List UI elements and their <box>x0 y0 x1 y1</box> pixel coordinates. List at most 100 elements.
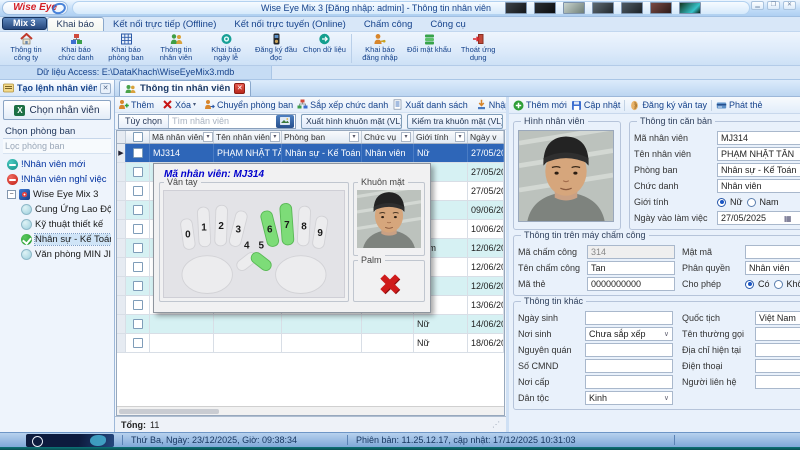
radio-option[interactable]: Nam <box>747 197 779 207</box>
tree-expander-icon[interactable]: − <box>7 190 16 199</box>
toolbar-button[interactable]: Xuất danh sách <box>392 99 468 110</box>
table-row[interactable]: Nữ18/06/2025 <box>117 334 504 353</box>
check-face-button[interactable]: Kiểm tra khuôn mặt (VL) <box>407 114 503 129</box>
column-filter-icon[interactable]: ▾ <box>455 132 465 142</box>
radio-icon[interactable] <box>745 280 754 289</box>
radio-option[interactable]: Nữ <box>717 197 743 207</box>
ribbon-button[interactable]: Khai báo ngày lễ <box>201 32 251 65</box>
detail-toolbar-button[interactable]: Đăng ký vân tay <box>629 100 707 111</box>
text-field[interactable] <box>585 311 673 325</box>
horizontal-scrollbar[interactable] <box>117 406 504 415</box>
column-header[interactable]: Phòng ban▾ <box>282 131 362 143</box>
menu-item[interactable]: Công cụ <box>421 18 474 31</box>
tree-item[interactable]: !Nhân viên mới <box>3 157 111 172</box>
column-header[interactable]: Giới tính▾ <box>414 131 468 143</box>
text-field[interactable]: 314 <box>587 245 675 259</box>
dropdown-caret-icon[interactable]: ▾ <box>193 101 196 108</box>
options-button[interactable]: Tùy chọn <box>119 115 169 128</box>
chevron-down-icon[interactable]: ∨ <box>664 330 669 338</box>
text-field[interactable] <box>745 245 800 259</box>
table-row[interactable]: ▶MJ314PHẠM NHẬT TÂNNhân sự - Kế ToánNhân… <box>117 144 504 163</box>
toolbar-button[interactable]: Sắp xếp chức danh <box>297 99 388 110</box>
text-field[interactable]: MJ314 <box>717 131 800 145</box>
finger-5-registered[interactable] <box>249 250 273 272</box>
tree-item[interactable]: !Nhân viên nghỉ việc <box>3 172 111 187</box>
row-checkbox[interactable] <box>133 186 143 196</box>
toolbar-button[interactable]: Xóa▾ <box>162 99 196 110</box>
menu-item[interactable]: Kết nối trực tuyến (Online) <box>225 18 354 31</box>
select-field[interactable]: Nhân sự - Kế Toán∨ <box>717 163 800 177</box>
chevron-down-icon[interactable]: ∨ <box>664 394 669 402</box>
menu-item[interactable]: Kết nối trực tiếp (Offline) <box>104 18 225 31</box>
minimize-button[interactable]: ▁ <box>751 1 764 10</box>
ribbon-button[interactable]: Thông tin công ty <box>1 32 51 65</box>
select-field[interactable]: Nhân viên∨ <box>717 179 800 193</box>
menu-item[interactable]: Chấm công <box>355 18 422 31</box>
radio-option[interactable]: Có <box>745 279 770 289</box>
choose-employee-button[interactable]: X Chọn nhân viên <box>3 100 111 120</box>
text-field[interactable] <box>755 343 800 357</box>
tree-item[interactable]: Kỹ thuật thiết kế <box>3 217 111 232</box>
column-header[interactable]: Mã nhân viên▾ <box>150 131 214 143</box>
tree-item[interactable]: −Wise Eye Mix 3 <box>3 187 111 202</box>
column-filter-icon[interactable]: ▾ <box>270 132 280 142</box>
row-checkbox[interactable] <box>133 319 143 329</box>
select-field[interactable]: Chưa sắp xếp∨ <box>585 327 673 341</box>
search-input[interactable] <box>169 115 276 127</box>
select-field[interactable]: Nhân viên∨ <box>745 261 800 275</box>
tree-item[interactable]: Văn phòng MIN JIE <box>3 247 111 262</box>
radio-option[interactable]: Không <box>774 279 800 289</box>
ribbon-button[interactable]: Khai báo đăng nhập <box>355 32 405 65</box>
detail-toolbar-button[interactable]: Phát thẻ <box>716 100 763 111</box>
toolbar-button[interactable]: Chuyển phòng ban <box>204 99 293 110</box>
ribbon-button[interactable]: Khai báo chức danh <box>51 32 101 65</box>
text-field[interactable] <box>585 359 673 373</box>
select-all-checkbox[interactable] <box>133 132 143 142</box>
search-image-button[interactable] <box>276 115 294 128</box>
row-checkbox[interactable] <box>133 205 143 215</box>
column-filter-icon[interactable]: ▾ <box>401 132 411 142</box>
close-button[interactable]: ✕ <box>783 1 796 10</box>
row-checkbox[interactable] <box>133 243 143 253</box>
ribbon-button[interactable]: Đăng ký đầu đọc <box>251 32 301 65</box>
menu-item[interactable]: Khai báo <box>47 17 105 31</box>
date-field[interactable]: 27/05/2025▦▾ <box>717 211 800 225</box>
tree-item[interactable]: Nhân sự - Kế Toán <box>3 232 111 247</box>
row-checkbox[interactable] <box>133 338 143 348</box>
radio-icon[interactable] <box>717 198 726 207</box>
row-checkbox[interactable] <box>133 224 143 234</box>
column-filter-icon[interactable]: ▾ <box>349 132 359 142</box>
text-field[interactable]: 0000000000 <box>587 277 675 291</box>
row-checkbox[interactable] <box>133 167 143 177</box>
app-menu-button[interactable]: Mix 3 <box>2 17 47 30</box>
column-filter-icon[interactable]: ▾ <box>203 132 213 142</box>
select-field[interactable]: Việt Nam∨ <box>755 311 800 325</box>
ribbon-button[interactable]: Thoát ứng dụng <box>453 32 503 65</box>
sidebar-close-icon[interactable]: ✕ <box>100 83 111 94</box>
scrollbar-thumb[interactable] <box>119 409 219 414</box>
text-field[interactable] <box>585 375 673 389</box>
row-checkbox[interactable] <box>133 281 143 291</box>
ribbon-button[interactable]: Đổi mật khẩu <box>405 32 453 65</box>
text-field[interactable] <box>755 359 800 373</box>
ribbon-button[interactable]: Khai báo phòng ban <box>101 32 151 65</box>
row-checkbox[interactable] <box>133 300 143 310</box>
toolbar-button[interactable]: Thêm <box>118 99 154 110</box>
toolbar-button[interactable]: Nhập nhân viên▾ <box>476 99 506 110</box>
select-field[interactable]: Kinh∨ <box>585 391 673 405</box>
text-field[interactable] <box>755 375 800 389</box>
text-field[interactable] <box>585 343 673 357</box>
detail-toolbar-button[interactable]: Cập nhật <box>571 100 621 111</box>
tab-close-icon[interactable]: ✕ <box>234 83 245 94</box>
column-header[interactable]: Ngày v <box>468 131 504 143</box>
tab-employee-info[interactable]: Thông tin nhân viên ✕ <box>119 80 251 96</box>
radio-icon[interactable] <box>774 280 783 289</box>
text-field[interactable]: Tan <box>587 261 675 275</box>
calendar-icon[interactable]: ▦ <box>784 214 792 223</box>
restore-button[interactable]: ❐ <box>767 1 780 10</box>
column-header[interactable]: Chức vụ▾ <box>362 131 414 143</box>
radio-icon[interactable] <box>747 198 756 207</box>
column-header[interactable]: Tên nhân viên▾ <box>214 131 282 143</box>
ribbon-button[interactable]: Chọn dữ liệu <box>301 32 348 65</box>
text-field[interactable]: PHẠM NHẬT TÂN <box>717 147 800 161</box>
